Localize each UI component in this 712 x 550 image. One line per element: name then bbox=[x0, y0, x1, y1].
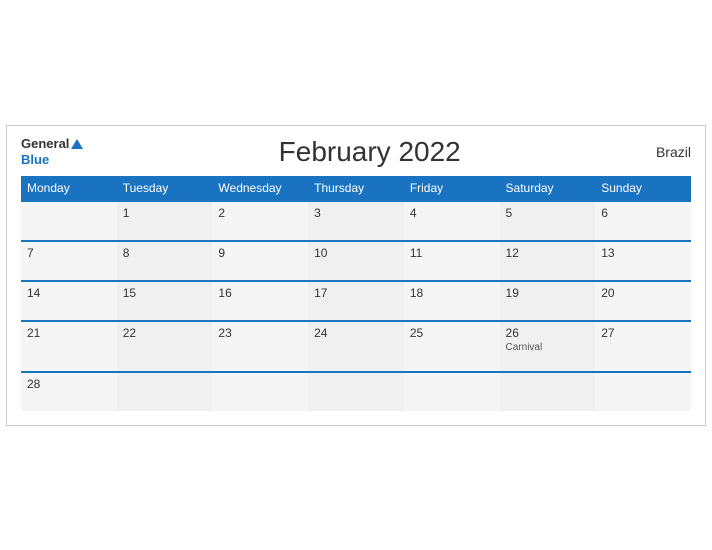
day-number: 13 bbox=[601, 246, 685, 260]
calendar-cell: 9 bbox=[212, 241, 308, 281]
header-thursday: Thursday bbox=[308, 176, 404, 201]
calendar-cell: 1 bbox=[117, 201, 213, 241]
logo: General Blue bbox=[21, 136, 83, 167]
day-number: 23 bbox=[218, 326, 302, 340]
calendar-cell: 11 bbox=[404, 241, 500, 281]
day-number: 21 bbox=[27, 326, 111, 340]
day-number: 6 bbox=[601, 206, 685, 220]
calendar-table: Monday Tuesday Wednesday Thursday Friday… bbox=[21, 176, 691, 411]
logo-blue-text: Blue bbox=[21, 152, 83, 168]
calendar-cell: 28 bbox=[21, 372, 117, 411]
calendar-cell bbox=[308, 372, 404, 411]
header-tuesday: Tuesday bbox=[117, 176, 213, 201]
day-number: 5 bbox=[506, 206, 590, 220]
day-number: 25 bbox=[410, 326, 494, 340]
calendar-cell bbox=[212, 372, 308, 411]
week-row-4: 21 22 23 24 25 26 Carnival 27 bbox=[21, 321, 691, 372]
calendar-cell bbox=[500, 372, 596, 411]
logo-general-text: General bbox=[21, 136, 83, 152]
calendar-cell: 27 bbox=[595, 321, 691, 372]
calendar-cell: 16 bbox=[212, 281, 308, 321]
calendar-cell: 4 bbox=[404, 201, 500, 241]
day-number: 8 bbox=[123, 246, 207, 260]
calendar-cell: 6 bbox=[595, 201, 691, 241]
week-row-1: 123456 bbox=[21, 201, 691, 241]
calendar-cell: 20 bbox=[595, 281, 691, 321]
day-number: 18 bbox=[410, 286, 494, 300]
calendar-cell: 7 bbox=[21, 241, 117, 281]
calendar-cell bbox=[595, 372, 691, 411]
day-number: 7 bbox=[27, 246, 111, 260]
header-wednesday: Wednesday bbox=[212, 176, 308, 201]
day-number: 9 bbox=[218, 246, 302, 260]
calendar-body: 1234567891011121314151617181920212223242… bbox=[21, 201, 691, 411]
calendar-cell: 26 Carnival bbox=[500, 321, 596, 372]
calendar-header: General Blue February 2022 Brazil bbox=[21, 136, 691, 168]
calendar-cell: 15 bbox=[117, 281, 213, 321]
header-monday: Monday bbox=[21, 176, 117, 201]
calendar-cell: 3 bbox=[308, 201, 404, 241]
day-number: 15 bbox=[123, 286, 207, 300]
day-number: 10 bbox=[314, 246, 398, 260]
day-number: 26 bbox=[506, 326, 590, 340]
day-number: 11 bbox=[410, 246, 494, 260]
calendar-cell: 10 bbox=[308, 241, 404, 281]
day-number: 1 bbox=[123, 206, 207, 220]
day-number: 20 bbox=[601, 286, 685, 300]
logo-triangle-icon bbox=[71, 139, 83, 149]
calendar-title: February 2022 bbox=[279, 136, 461, 168]
calendar-cell: 2 bbox=[212, 201, 308, 241]
calendar-cell: 24 bbox=[308, 321, 404, 372]
calendar-cell: 5 bbox=[500, 201, 596, 241]
calendar-cell: 25 bbox=[404, 321, 500, 372]
calendar-cell: 17 bbox=[308, 281, 404, 321]
calendar-cell: 23 bbox=[212, 321, 308, 372]
header-sunday: Sunday bbox=[595, 176, 691, 201]
calendar-container: General Blue February 2022 Brazil Monday… bbox=[6, 125, 706, 426]
week-row-2: 789 10 11 12 13 bbox=[21, 241, 691, 281]
day-number: 28 bbox=[27, 377, 111, 391]
weekday-headers: Monday Tuesday Wednesday Thursday Friday… bbox=[21, 176, 691, 201]
week-row-5: 28 bbox=[21, 372, 691, 411]
country-label: Brazil bbox=[656, 144, 691, 160]
calendar-cell: 12 bbox=[500, 241, 596, 281]
calendar-cell: 14 bbox=[21, 281, 117, 321]
calendar-cell bbox=[404, 372, 500, 411]
event-label: Carnival bbox=[506, 342, 590, 353]
calendar-cell: 19 bbox=[500, 281, 596, 321]
calendar-header-row: Monday Tuesday Wednesday Thursday Friday… bbox=[21, 176, 691, 201]
calendar-cell bbox=[117, 372, 213, 411]
calendar-cell: 8 bbox=[117, 241, 213, 281]
day-number: 4 bbox=[410, 206, 494, 220]
day-number: 14 bbox=[27, 286, 111, 300]
header-saturday: Saturday bbox=[500, 176, 596, 201]
calendar-cell bbox=[21, 201, 117, 241]
day-number: 22 bbox=[123, 326, 207, 340]
day-number: 19 bbox=[506, 286, 590, 300]
calendar-cell: 21 bbox=[21, 321, 117, 372]
calendar-cell: 18 bbox=[404, 281, 500, 321]
header-friday: Friday bbox=[404, 176, 500, 201]
day-number: 2 bbox=[218, 206, 302, 220]
day-number: 16 bbox=[218, 286, 302, 300]
calendar-cell: 13 bbox=[595, 241, 691, 281]
calendar-cell: 22 bbox=[117, 321, 213, 372]
day-number: 12 bbox=[506, 246, 590, 260]
week-row-3: 14 15 16 17 18 19 20 bbox=[21, 281, 691, 321]
day-number: 24 bbox=[314, 326, 398, 340]
day-number: 17 bbox=[314, 286, 398, 300]
day-number: 3 bbox=[314, 206, 398, 220]
day-number: 27 bbox=[601, 326, 685, 340]
